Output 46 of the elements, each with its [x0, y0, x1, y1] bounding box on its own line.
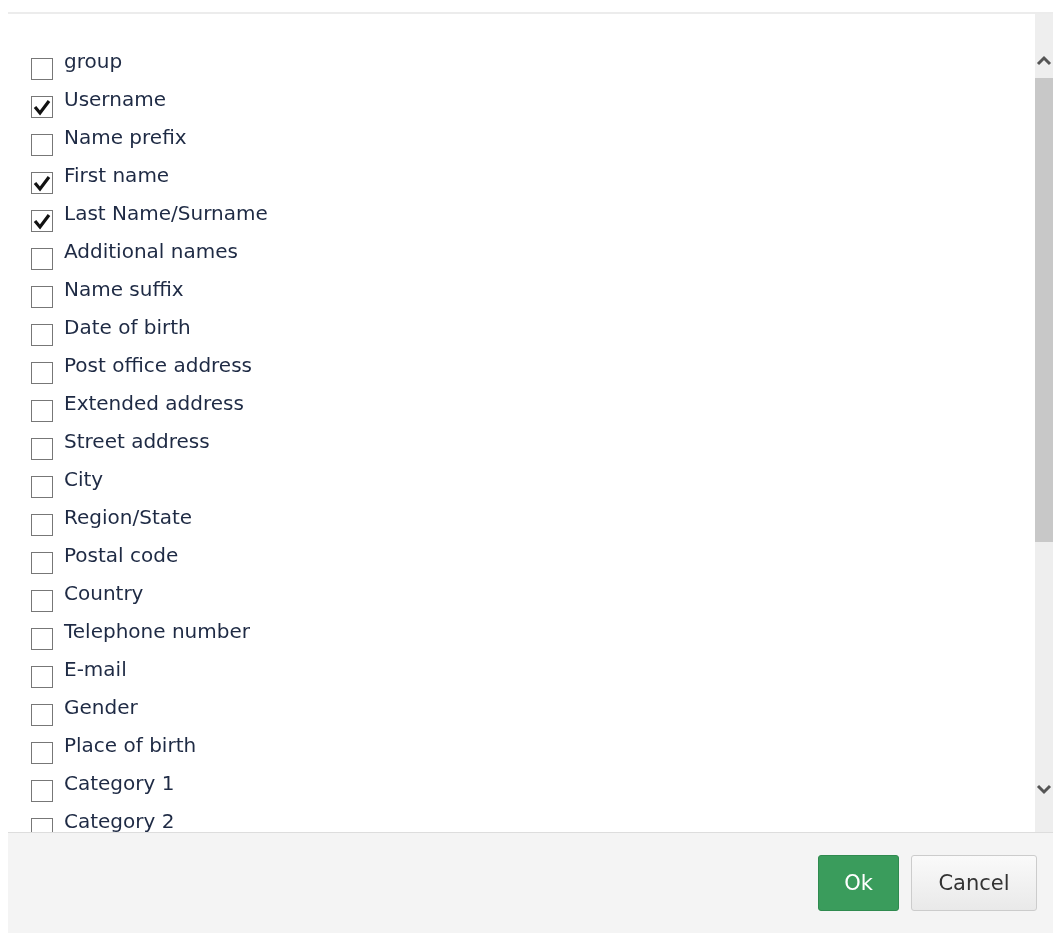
field-label: group — [64, 48, 123, 74]
field-label: Category 2 — [64, 808, 175, 832]
field-label: E-mail — [64, 656, 127, 682]
checkbox[interactable] — [31, 58, 53, 80]
checkbox[interactable] — [31, 666, 53, 688]
field-label: Date of birth — [64, 314, 191, 340]
field-label: Region/State — [64, 504, 193, 530]
field-label: Name prefix — [64, 124, 187, 150]
field-label: Category 1 — [64, 770, 175, 796]
checkbox[interactable] — [31, 780, 53, 802]
checkbox[interactable] — [31, 172, 53, 194]
field-label: Street address — [64, 428, 210, 454]
checkbox[interactable] — [31, 210, 53, 232]
checkbox[interactable] — [31, 134, 53, 156]
field-label: Post office address — [64, 352, 252, 378]
checkbox[interactable] — [31, 552, 53, 574]
scrollbar-thumb[interactable] — [1035, 78, 1053, 542]
field-label: Last Name/Surname — [64, 200, 268, 226]
field-label: City — [64, 466, 104, 492]
field-label: Telephone number — [64, 618, 250, 644]
checkbox[interactable] — [31, 286, 53, 308]
field-label: Country — [64, 580, 144, 606]
field-label: Gender — [64, 694, 138, 720]
checkbox[interactable] — [31, 96, 53, 118]
field-label: Username — [64, 86, 166, 112]
checkbox[interactable] — [31, 742, 53, 764]
checkbox[interactable] — [31, 324, 53, 346]
scrollbar[interactable] — [1035, 14, 1053, 832]
checkbox[interactable] — [31, 248, 53, 270]
checkbox[interactable] — [31, 362, 53, 384]
cancel-button[interactable]: Cancel — [911, 855, 1037, 911]
chevron-up-icon[interactable] — [1035, 54, 1053, 66]
checkbox[interactable] — [31, 590, 53, 612]
checkbox[interactable] — [31, 704, 53, 726]
checkbox[interactable] — [31, 438, 53, 460]
checkbox[interactable] — [31, 476, 53, 498]
field-label: Extended address — [64, 390, 244, 416]
field-label: Place of birth — [64, 732, 197, 758]
chevron-down-icon[interactable] — [1035, 784, 1053, 796]
field-label: Postal code — [64, 542, 179, 568]
checkbox[interactable] — [31, 514, 53, 536]
checkbox[interactable] — [31, 400, 53, 422]
field-label: Name suffix — [64, 276, 184, 302]
field-label: Additional names — [64, 238, 238, 264]
field-label: First name — [64, 162, 170, 188]
checkbox[interactable] — [31, 628, 53, 650]
